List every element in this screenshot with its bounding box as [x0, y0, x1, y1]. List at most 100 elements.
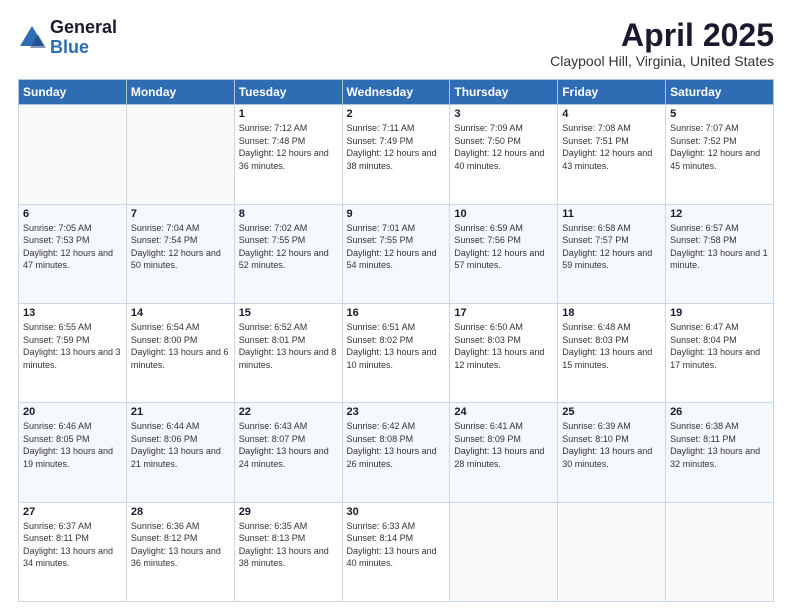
day-info: Sunrise: 6:35 AM Sunset: 8:13 PM Dayligh… [239, 520, 338, 570]
table-row: 4 Sunrise: 7:08 AM Sunset: 7:51 PM Daylig… [558, 105, 666, 204]
day-number: 14 [131, 307, 230, 319]
table-row: 16 Sunrise: 6:51 AM Sunset: 8:02 PM Dayli… [342, 303, 450, 402]
day-number: 11 [562, 208, 661, 220]
col-saturday: Saturday [666, 80, 774, 105]
day-number: 9 [347, 208, 446, 220]
day-number: 4 [562, 108, 661, 120]
table-row: 11 Sunrise: 6:58 AM Sunset: 7:57 PM Dayli… [558, 204, 666, 303]
table-row: 28Sunrise: 6:36 AM Sunset: 8:12 PM Dayli… [126, 502, 234, 601]
day-info: Sunrise: 6:55 AM Sunset: 7:59 PM Dayligh… [23, 321, 122, 371]
day-number: 24 [454, 406, 553, 418]
day-number: 2 [347, 108, 446, 120]
day-info: Sunrise: 6:51 AM Sunset: 8:02 PM Dayligh… [347, 321, 446, 371]
day-number: 22 [239, 406, 338, 418]
table-row: 26 Sunrise: 6:38 AM Sunset: 8:11 PM Dayli… [666, 403, 774, 502]
day-info: Sunrise: 6:48 AM Sunset: 8:03 PM Dayligh… [562, 321, 661, 371]
calendar-week-row: 1 Sunrise: 7:12 AM Sunset: 7:48 PM Daylig… [19, 105, 774, 204]
table-row: 29 Sunrise: 6:35 AM Sunset: 8:13 PM Dayli… [234, 502, 342, 601]
table-row: 15 Sunrise: 6:52 AM Sunset: 8:01 PM Dayli… [234, 303, 342, 402]
table-row [450, 502, 558, 601]
logo-text: General Blue [50, 18, 117, 58]
table-row: 7 Sunrise: 7:04 AM Sunset: 7:54 PM Daylig… [126, 204, 234, 303]
table-row: 12 Sunrise: 6:57 AM Sunset: 7:58 PM Dayli… [666, 204, 774, 303]
col-wednesday: Wednesday [342, 80, 450, 105]
table-row [19, 105, 127, 204]
calendar-week-row: 27 Sunrise: 6:37 AM Sunset: 8:11 PM Dayli… [19, 502, 774, 601]
calendar-subtitle: Claypool Hill, Virginia, United States [550, 53, 774, 69]
day-number: 21 [131, 406, 230, 418]
day-info: Sunrise: 6:33 AM Sunset: 8:14 PM Dayligh… [347, 520, 446, 570]
title-block: April 2025 Claypool Hill, Virginia, Unit… [550, 18, 774, 69]
header: General Blue April 2025 Claypool Hill, V… [18, 18, 774, 69]
day-info: Sunrise: 6:42 AM Sunset: 8:08 PM Dayligh… [347, 420, 446, 470]
calendar-table: Sunday Monday Tuesday Wednesday Thursday… [18, 79, 774, 602]
day-number: 15 [239, 307, 338, 319]
logo-general: General [50, 18, 117, 38]
day-info: Sunrise: 6:57 AM Sunset: 7:58 PM Dayligh… [670, 222, 769, 272]
day-info: Sunrise: 7:12 AM Sunset: 7:48 PM Dayligh… [239, 122, 338, 172]
table-row: 3Sunrise: 7:09 AM Sunset: 7:50 PM Daylig… [450, 105, 558, 204]
day-info: Sunrise: 6:52 AM Sunset: 8:01 PM Dayligh… [239, 321, 338, 371]
calendar-header-row: Sunday Monday Tuesday Wednesday Thursday… [19, 80, 774, 105]
col-sunday: Sunday [19, 80, 127, 105]
table-row: 30Sunrise: 6:33 AM Sunset: 8:14 PM Dayli… [342, 502, 450, 601]
logo-icon [18, 24, 46, 52]
table-row: 6 Sunrise: 7:05 AM Sunset: 7:53 PM Daylig… [19, 204, 127, 303]
day-number: 12 [670, 208, 769, 220]
calendar-week-row: 20Sunrise: 6:46 AM Sunset: 8:05 PM Dayli… [19, 403, 774, 502]
day-number: 1 [239, 108, 338, 120]
day-number: 18 [562, 307, 661, 319]
day-number: 6 [23, 208, 122, 220]
table-row: 22 Sunrise: 6:43 AM Sunset: 8:07 PM Dayli… [234, 403, 342, 502]
day-number: 7 [131, 208, 230, 220]
day-info: Sunrise: 6:54 AM Sunset: 8:00 PM Dayligh… [131, 321, 230, 371]
col-thursday: Thursday [450, 80, 558, 105]
day-number: 17 [454, 307, 553, 319]
table-row: 5 Sunrise: 7:07 AM Sunset: 7:52 PM Daylig… [666, 105, 774, 204]
day-info: Sunrise: 6:47 AM Sunset: 8:04 PM Dayligh… [670, 321, 769, 371]
day-info: Sunrise: 7:05 AM Sunset: 7:53 PM Dayligh… [23, 222, 122, 272]
day-info: Sunrise: 6:50 AM Sunset: 8:03 PM Dayligh… [454, 321, 553, 371]
day-number: 16 [347, 307, 446, 319]
day-info: Sunrise: 7:08 AM Sunset: 7:51 PM Dayligh… [562, 122, 661, 172]
table-row: 9 Sunrise: 7:01 AM Sunset: 7:55 PM Daylig… [342, 204, 450, 303]
table-row [666, 502, 774, 601]
table-row: 18 Sunrise: 6:48 AM Sunset: 8:03 PM Dayli… [558, 303, 666, 402]
day-number: 5 [670, 108, 769, 120]
day-number: 28 [131, 506, 230, 518]
col-friday: Friday [558, 80, 666, 105]
table-row: 23 Sunrise: 6:42 AM Sunset: 8:08 PM Dayli… [342, 403, 450, 502]
day-number: 26 [670, 406, 769, 418]
day-number: 25 [562, 406, 661, 418]
col-tuesday: Tuesday [234, 80, 342, 105]
day-number: 27 [23, 506, 122, 518]
day-info: Sunrise: 7:07 AM Sunset: 7:52 PM Dayligh… [670, 122, 769, 172]
day-number: 19 [670, 307, 769, 319]
logo: General Blue [18, 18, 117, 58]
day-info: Sunrise: 6:59 AM Sunset: 7:56 PM Dayligh… [454, 222, 553, 272]
calendar-title: April 2025 [550, 18, 774, 53]
day-info: Sunrise: 6:37 AM Sunset: 8:11 PM Dayligh… [23, 520, 122, 570]
table-row: 10 Sunrise: 6:59 AM Sunset: 7:56 PM Dayli… [450, 204, 558, 303]
table-row: 25Sunrise: 6:39 AM Sunset: 8:10 PM Dayli… [558, 403, 666, 502]
table-row: 20Sunrise: 6:46 AM Sunset: 8:05 PM Dayli… [19, 403, 127, 502]
table-row: 8Sunrise: 7:02 AM Sunset: 7:55 PM Daylig… [234, 204, 342, 303]
table-row: 1 Sunrise: 7:12 AM Sunset: 7:48 PM Daylig… [234, 105, 342, 204]
day-number: 10 [454, 208, 553, 220]
table-row: 14 Sunrise: 6:54 AM Sunset: 8:00 PM Dayli… [126, 303, 234, 402]
day-info: Sunrise: 6:41 AM Sunset: 8:09 PM Dayligh… [454, 420, 553, 470]
day-number: 23 [347, 406, 446, 418]
day-info: Sunrise: 7:04 AM Sunset: 7:54 PM Dayligh… [131, 222, 230, 272]
table-row [126, 105, 234, 204]
table-row [558, 502, 666, 601]
table-row: 21 Sunrise: 6:44 AM Sunset: 8:06 PM Dayli… [126, 403, 234, 502]
calendar-week-row: 13Sunrise: 6:55 AM Sunset: 7:59 PM Dayli… [19, 303, 774, 402]
day-info: Sunrise: 6:43 AM Sunset: 8:07 PM Dayligh… [239, 420, 338, 470]
day-number: 29 [239, 506, 338, 518]
logo-blue: Blue [50, 38, 117, 58]
day-info: Sunrise: 7:01 AM Sunset: 7:55 PM Dayligh… [347, 222, 446, 272]
table-row: 19 Sunrise: 6:47 AM Sunset: 8:04 PM Dayli… [666, 303, 774, 402]
day-info: Sunrise: 6:44 AM Sunset: 8:06 PM Dayligh… [131, 420, 230, 470]
day-info: Sunrise: 6:38 AM Sunset: 8:11 PM Dayligh… [670, 420, 769, 470]
day-info: Sunrise: 6:58 AM Sunset: 7:57 PM Dayligh… [562, 222, 661, 272]
